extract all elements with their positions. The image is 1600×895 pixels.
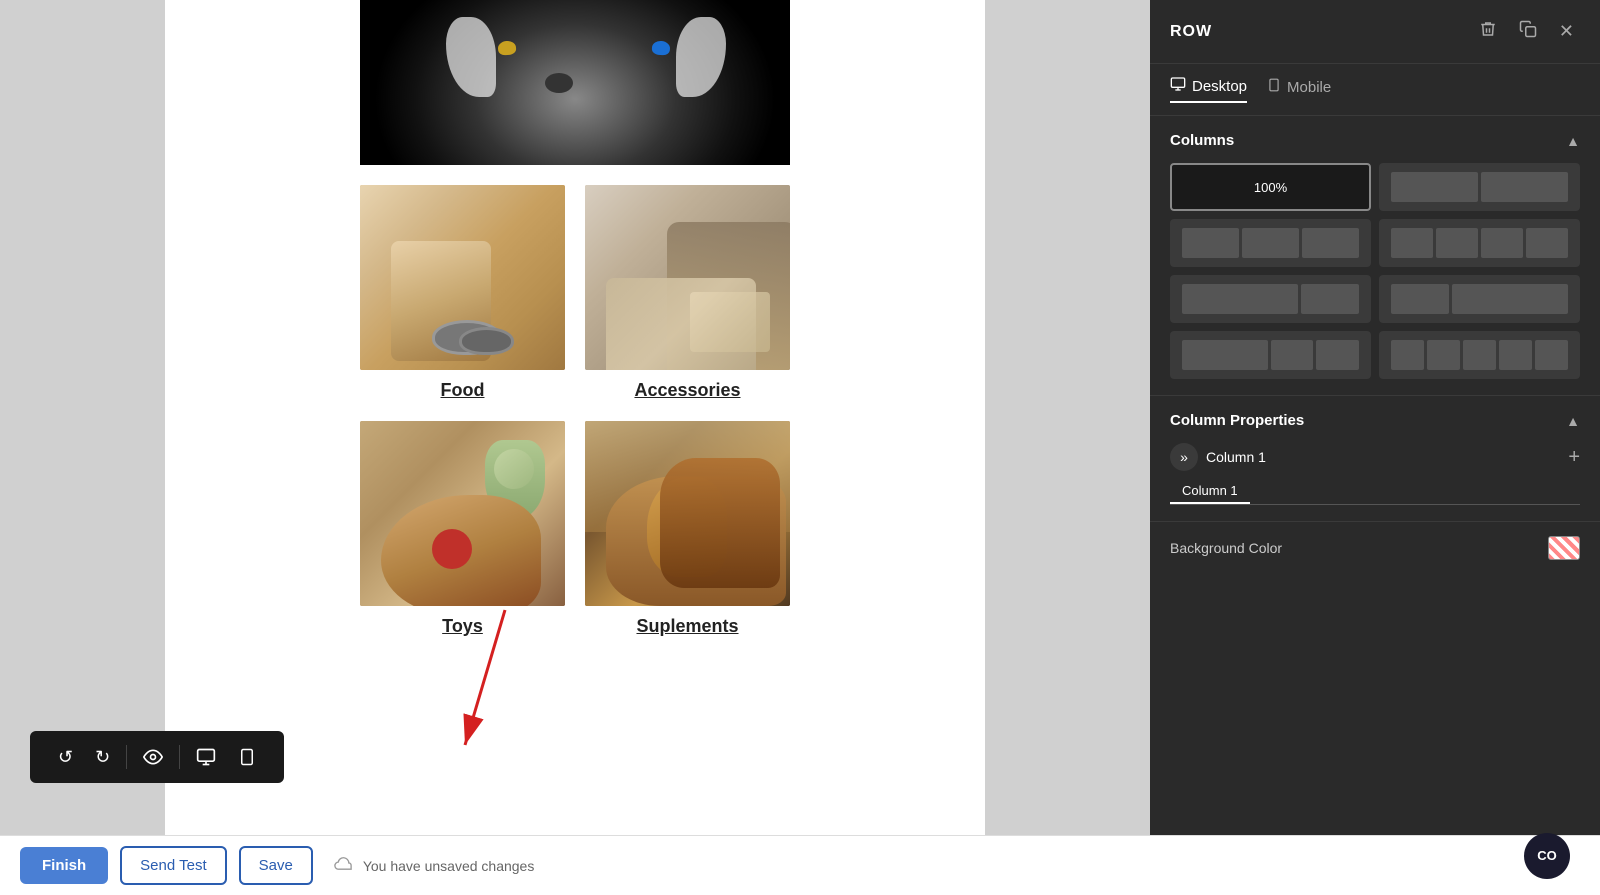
columns-section-title: Columns — [1170, 132, 1234, 149]
column-1-header: » Column 1 + — [1170, 443, 1580, 471]
col-props-chevron-icon[interactable]: ▲ — [1566, 413, 1580, 429]
panel-close-button[interactable]: ✕ — [1553, 17, 1580, 46]
panel-delete-button[interactable] — [1473, 16, 1503, 47]
toolbar-divider-2 — [179, 745, 180, 769]
background-color-row: Background Color — [1150, 522, 1600, 574]
panel-copy-button[interactable] — [1513, 16, 1543, 47]
col-option-67-33[interactable] — [1170, 275, 1371, 323]
columns-chevron-icon[interactable]: ▲ — [1566, 133, 1580, 149]
tab-desktop[interactable]: Desktop — [1170, 76, 1247, 103]
unsaved-notice: You have unsaved changes — [333, 855, 535, 876]
column-1-title: Column 1 — [1206, 449, 1560, 465]
col-100-label: 100% — [1254, 180, 1287, 195]
col-option-5-equal[interactable] — [1379, 331, 1580, 379]
undo-button[interactable]: ↺ — [50, 741, 81, 774]
mobile-view-button[interactable] — [230, 741, 264, 773]
cloud-icon — [333, 855, 355, 876]
panel-header: ROW ✕ — [1150, 0, 1600, 64]
col-option-50-50[interactable] — [1379, 163, 1580, 211]
desktop-view-button[interactable] — [188, 741, 224, 773]
bottom-bar: Finish Send Test Save You have unsaved c… — [0, 835, 1600, 895]
preview-button[interactable] — [135, 741, 171, 773]
panel-header-actions: ✕ — [1473, 16, 1580, 47]
columns-row-4 — [1170, 331, 1580, 379]
col-option-50-25-25[interactable] — [1170, 331, 1371, 379]
finish-button[interactable]: Finish — [20, 847, 108, 884]
column-prop-tabs: Column 1 — [1170, 479, 1580, 505]
chat-button[interactable]: CO — [1524, 833, 1570, 879]
column-expand-button[interactable]: » — [1170, 443, 1198, 471]
category-suplements[interactable]: Suplements — [585, 421, 790, 637]
category-food[interactable]: Food — [360, 185, 565, 401]
column-properties-title: Column Properties — [1170, 412, 1304, 429]
tab-mobile[interactable]: Mobile — [1267, 76, 1331, 103]
col-option-4-equal[interactable] — [1379, 219, 1580, 267]
toolbar-divider-1 — [126, 745, 127, 769]
col-prop-tab-1[interactable]: Column 1 — [1170, 479, 1250, 504]
canvas-page: Food Accessories — [165, 0, 985, 835]
save-button[interactable]: Save — [239, 846, 313, 885]
col-option-33-67[interactable] — [1379, 275, 1580, 323]
toys-label: Toys — [442, 616, 483, 637]
accessories-label: Accessories — [634, 380, 740, 401]
send-test-button[interactable]: Send Test — [120, 846, 226, 885]
col-option-100[interactable]: 100% — [1170, 163, 1371, 211]
tab-desktop-label: Desktop — [1192, 78, 1247, 95]
columns-row-3 — [1170, 275, 1580, 323]
canvas-toolbar: ↺ ↻ — [30, 731, 284, 783]
right-panel: ROW ✕ Desktop — [1150, 0, 1600, 835]
column-properties-section: Column Properties ▲ » Column 1 + Column … — [1150, 396, 1600, 522]
category-accessories[interactable]: Accessories — [585, 185, 790, 401]
column-add-button[interactable]: + — [1568, 446, 1580, 469]
redo-button[interactable]: ↻ — [87, 741, 118, 774]
panel-title: ROW — [1170, 23, 1212, 41]
suplements-label: Suplements — [636, 616, 738, 637]
desktop-tab-icon — [1170, 76, 1186, 97]
background-color-label: Background Color — [1170, 540, 1282, 556]
unsaved-message: You have unsaved changes — [363, 858, 535, 874]
col-option-3-equal[interactable] — [1170, 219, 1371, 267]
category-toys[interactable]: Toys — [360, 421, 565, 637]
panel-view-tabs: Desktop Mobile — [1150, 64, 1600, 116]
mobile-tab-icon — [1267, 77, 1281, 98]
columns-row-2 — [1170, 219, 1580, 267]
food-label: Food — [441, 380, 485, 401]
background-color-swatch[interactable] — [1548, 536, 1580, 560]
columns-section: Columns ▲ 100% — [1150, 116, 1600, 396]
tab-mobile-label: Mobile — [1287, 79, 1331, 96]
columns-row-1: 100% — [1170, 163, 1580, 211]
